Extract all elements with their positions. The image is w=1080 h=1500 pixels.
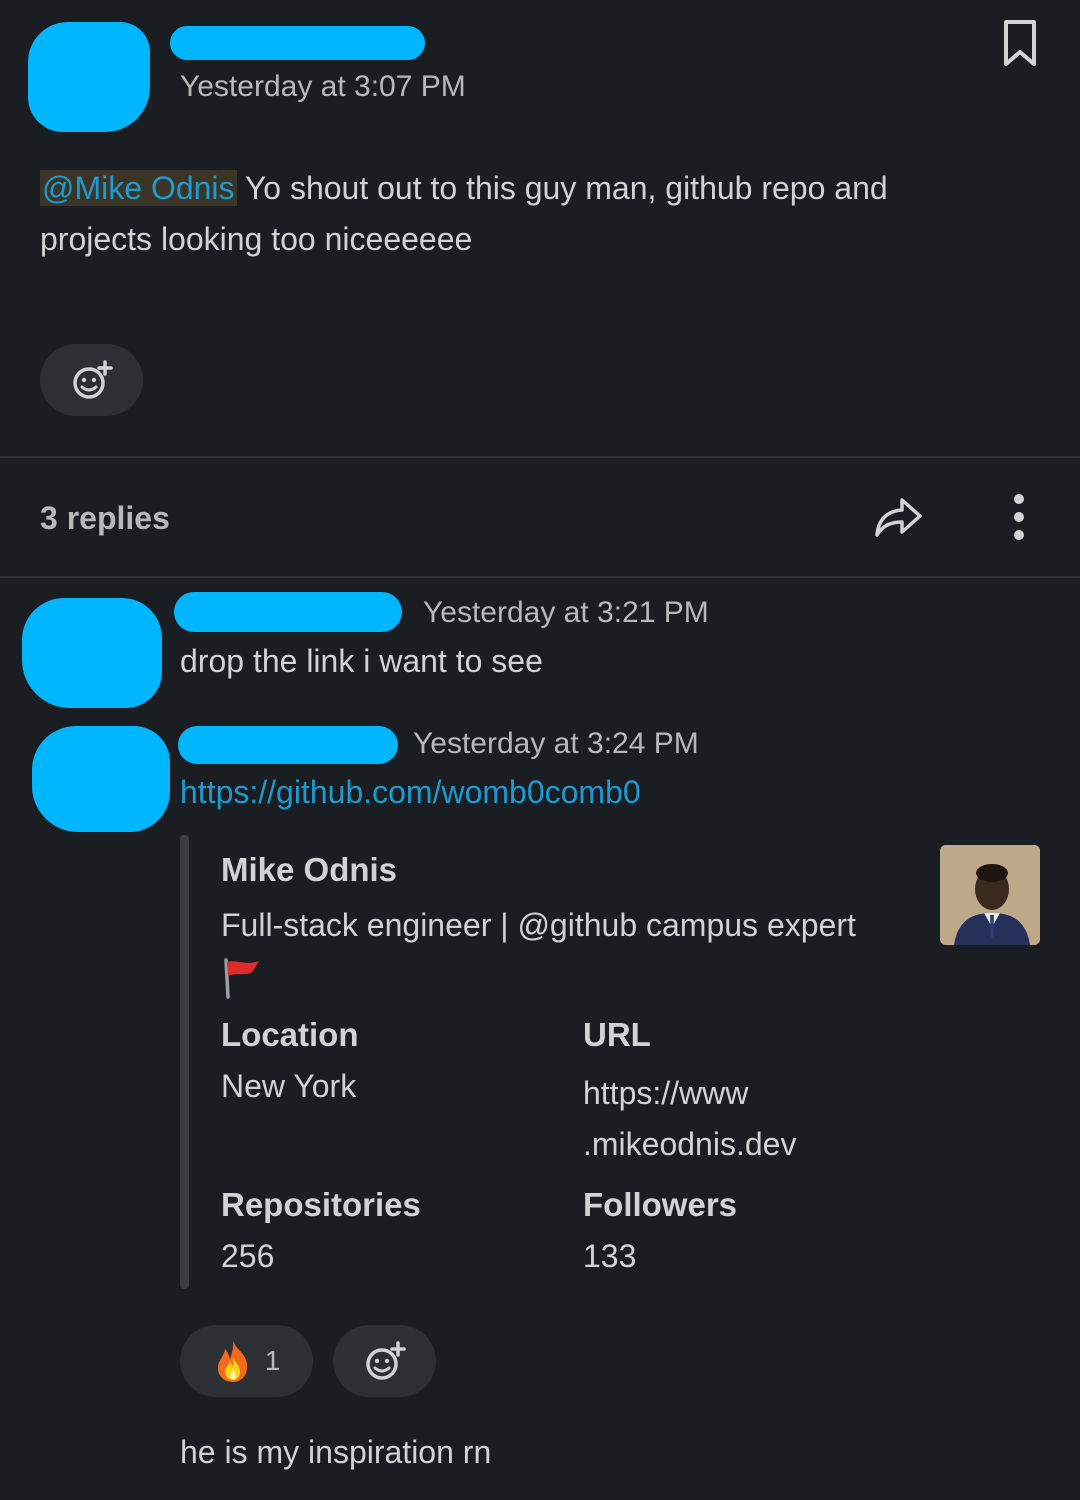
- location-label: Location: [221, 1016, 359, 1053]
- more-options-icon[interactable]: [1006, 493, 1032, 541]
- post-message: @Mike Odnis Yo shout out to this guy man…: [40, 163, 1040, 265]
- share-icon[interactable]: [872, 494, 926, 540]
- add-reaction-button-reply[interactable]: [333, 1325, 436, 1397]
- location-value: New York: [221, 1068, 357, 1104]
- url-line1[interactable]: https://www: [583, 1075, 748, 1111]
- fire-emoji: [217, 1341, 247, 1382]
- bookmark-icon[interactable]: [1000, 18, 1040, 70]
- unfurl-title[interactable]: Mike Odnis: [221, 851, 397, 889]
- post-author-name-redacted[interactable]: [170, 26, 425, 60]
- reply1-text: drop the link i want to see: [180, 643, 543, 679]
- divider-top: [0, 456, 1080, 458]
- fire-reaction-pill[interactable]: 1: [180, 1325, 313, 1397]
- reply1-avatar-redacted[interactable]: [22, 598, 162, 708]
- unfurl-bio: Full-stack engineer | @github campus exp…: [221, 907, 856, 943]
- divider-thread: [0, 576, 1080, 578]
- post-author-avatar-redacted[interactable]: [28, 22, 150, 132]
- url-label: URL: [583, 1016, 651, 1053]
- replies-count: 3 replies: [40, 500, 170, 536]
- add-reaction-icon: [72, 360, 113, 399]
- add-reaction-icon: [365, 1341, 406, 1380]
- reply1-timestamp[interactable]: Yesterday at 3:21 PM: [423, 596, 709, 630]
- red-flag-emoji: [221, 957, 263, 999]
- followers-value: 133: [583, 1238, 637, 1274]
- post-text-line1: Yo shout out to this guy man, github rep…: [236, 170, 888, 206]
- followers-label: Followers: [583, 1186, 738, 1223]
- reply2-name-redacted[interactable]: [178, 726, 398, 764]
- reaction-count: 1: [264, 1345, 281, 1376]
- post-timestamp[interactable]: Yesterday at 3:07 PM: [180, 70, 466, 104]
- repositories-label: Repositories: [221, 1186, 421, 1223]
- reply2-timestamp[interactable]: Yesterday at 3:24 PM: [413, 727, 699, 761]
- mention-link[interactable]: @Mike Odnis: [40, 170, 237, 206]
- url-link[interactable]: https://www .mikeodnis.dev: [583, 1068, 796, 1170]
- reply2-avatar-redacted[interactable]: [32, 726, 170, 832]
- last-reply-text: he is my inspiration rn: [180, 1434, 492, 1470]
- github-link[interactable]: https://github.com/womb0comb0: [180, 767, 641, 818]
- repositories-value: 256: [221, 1238, 275, 1274]
- reply1-name-redacted[interactable]: [174, 592, 402, 632]
- add-reaction-button[interactable]: [40, 344, 143, 416]
- url-line2[interactable]: .mikeodnis.dev: [583, 1126, 796, 1162]
- post-text-line2: projects looking too niceeeeee: [40, 221, 473, 257]
- unfurl-accent-bar: [180, 835, 189, 1289]
- unfurl-avatar[interactable]: [940, 845, 1040, 945]
